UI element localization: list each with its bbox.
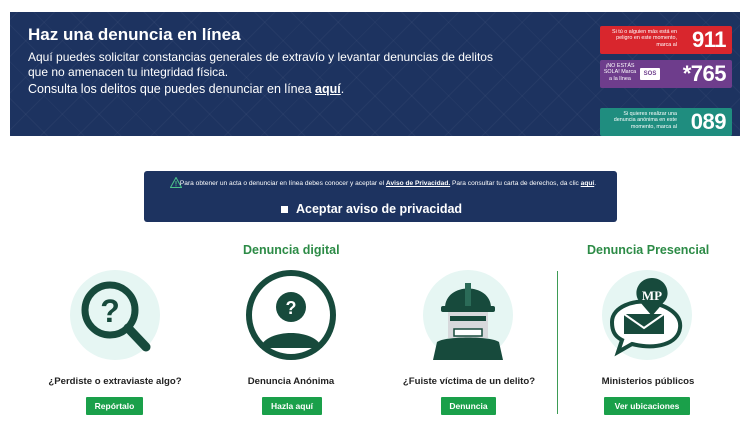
emergency-911-number: 911 — [692, 27, 727, 52]
emergency-765-number: *765 — [682, 61, 727, 86]
accept-privacy-label[interactable]: Aceptar aviso de privacidad — [296, 202, 462, 216]
mp-location-icon: MP — [602, 270, 692, 360]
crimes-list-link[interactable]: aquí — [315, 82, 341, 96]
anonymous-person-icon: ? — [246, 270, 336, 360]
privacy-notice: Para obtener un acta o denunciar en líne… — [144, 171, 617, 222]
sos-badge: SOS — [640, 68, 660, 80]
hero-banner: Haz una denuncia en línea Aquí puedes so… — [10, 12, 740, 136]
emergency-911-banner[interactable]: Si tú o alguien más está en peligro en e… — [600, 26, 732, 54]
magnifier-question-icon: ? — [70, 270, 160, 360]
card-label-victim: ¿Fuiste víctima de un delito? — [402, 376, 536, 387]
privacy-text-suffix: . — [594, 180, 597, 187]
mp-badge-text: MP — [642, 288, 662, 303]
page-margin — [0, 0, 10, 447]
svg-text:?: ? — [286, 298, 297, 318]
accept-privacy-row[interactable]: Aceptar aviso de privacidad — [281, 202, 462, 216]
svg-text:?: ? — [100, 293, 120, 329]
privacy-notice-link[interactable]: Aviso de Privacidad. — [386, 180, 450, 187]
privacy-text: Para obtener un acta o denunciar en líne… — [172, 178, 604, 189]
crime-report-button[interactable]: Denuncia — [441, 397, 496, 415]
section-title-presencial: Denuncia Presencial — [587, 243, 710, 257]
hero-consult-suffix: . — [340, 82, 345, 96]
hero-consult-line: Consulta los delitos que puedes denuncia… — [28, 82, 344, 96]
report-lost-button[interactable]: Repórtalo — [86, 397, 143, 415]
card-label-lost: ¿Perdiste o extraviaste algo? — [48, 376, 182, 387]
card-label-anonymous: Denuncia Anónima — [247, 376, 335, 387]
anonymous-report-button[interactable]: Hazla aquí — [262, 397, 322, 415]
masked-thief-icon — [423, 270, 513, 360]
hero-consult-text: Consulta los delitos que puedes denuncia… — [28, 82, 316, 96]
rights-letter-link[interactable]: aquí — [581, 180, 595, 187]
card-label-ministries: Ministerios públicos — [601, 376, 695, 387]
emergency-089-text: Si quieres realizar una denuncia anónima… — [613, 111, 677, 130]
privacy-text-middle: Para consultar tu carta de derechos, da … — [450, 180, 581, 187]
emergency-089-banner[interactable]: Si quieres realizar una denuncia anónima… — [600, 108, 732, 136]
hero-description: Aquí puedes solicitar constancias genera… — [28, 50, 493, 79]
section-title-digital: Denuncia digital — [243, 243, 340, 257]
emergency-765-text: ¡NO ESTÁS SOLA! Marca a la línea — [603, 63, 637, 82]
emergency-765-banner[interactable]: ¡NO ESTÁS SOLA! Marca a la línea SOS *76… — [600, 60, 732, 88]
hero-title: Haz una denuncia en línea — [28, 25, 241, 44]
view-locations-button[interactable]: Ver ubicaciones — [604, 397, 690, 415]
privacy-text-prefix: Para obtener un acta o denunciar en líne… — [179, 180, 386, 187]
emergency-089-number: 089 — [690, 109, 727, 134]
emergency-911-text: Si tú o alguien más está en peligro en e… — [611, 29, 677, 48]
section-divider — [557, 271, 558, 414]
accept-privacy-checkbox[interactable] — [281, 205, 288, 213]
